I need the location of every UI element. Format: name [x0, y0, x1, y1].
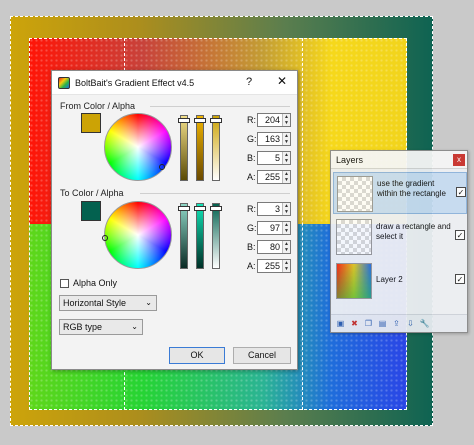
merge-layer-icon[interactable]: ▤ — [377, 318, 388, 329]
layer-item[interactable]: Layer 2 ✓ — [333, 260, 467, 302]
spin-arrows-icon[interactable]: ▲ ▼ — [282, 171, 290, 183]
move-down-icon[interactable]: ⇩ — [405, 318, 416, 329]
to-a-input[interactable]: 255 ▲ ▼ — [257, 259, 291, 273]
layer-visibility-checkbox[interactable]: ✓ — [455, 274, 465, 284]
slider-thumb[interactable] — [194, 118, 206, 123]
alpha-only-label: Alpha Only — [73, 278, 118, 288]
type-dropdown[interactable]: RGB type ⌄ — [59, 319, 143, 335]
spin-arrows-icon[interactable]: ▲ ▼ — [282, 114, 290, 126]
guide-line-right — [302, 38, 303, 410]
to-r-label: R: — [247, 204, 256, 214]
from-r-label: R: — [247, 115, 256, 125]
to-g-input[interactable]: 97 ▲ ▼ — [257, 221, 291, 235]
dialog-title: BoltBait's Gradient Effect v4.5 — [75, 77, 195, 88]
from-group-divider — [150, 106, 290, 107]
checkbox-box[interactable] — [60, 278, 69, 288]
layer-name: Layer 2 — [376, 275, 403, 284]
layer-visibility-checkbox[interactable]: ✓ — [455, 230, 465, 240]
layer-item[interactable]: use the gradient within the rectangle ✓ — [333, 172, 467, 214]
to-a-label: A: — [247, 261, 256, 271]
spin-arrows-icon[interactable]: ▲ ▼ — [282, 222, 290, 234]
spin-arrows-icon[interactable]: ▲ ▼ — [282, 203, 290, 215]
from-g-label: G: — [247, 134, 257, 144]
slider-thumb[interactable] — [178, 118, 190, 123]
slider-thumb[interactable] — [210, 118, 222, 123]
layer-thumbnail — [337, 176, 373, 212]
to-hue-slider[interactable] — [194, 203, 206, 269]
to-wheel-marker[interactable] — [102, 235, 108, 241]
from-alpha-slider[interactable] — [210, 115, 222, 181]
to-group-divider — [140, 193, 290, 194]
layer-name: use the gradient within the rectangle — [377, 179, 446, 198]
layer-visibility-checkbox[interactable]: ✓ — [456, 187, 466, 197]
dialog-title-bar[interactable]: BoltBait's Gradient Effect v4.5 — [52, 71, 297, 95]
import-icon[interactable]: ⇪ — [391, 318, 402, 329]
image-canvas[interactable]: BoltBait's Gradient Effect v4.5 ? ✕ From… — [0, 0, 474, 445]
ok-button[interactable]: OK — [169, 347, 225, 364]
chevron-down-icon: ⌄ — [145, 298, 152, 307]
to-brightness-slider[interactable] — [178, 203, 190, 269]
to-color-wheel[interactable] — [102, 201, 172, 269]
delete-layer-icon[interactable]: ✖ — [349, 318, 360, 329]
properties-icon[interactable]: 🔧 — [419, 318, 430, 329]
layer-thumbnail — [336, 219, 372, 255]
to-r-input[interactable]: 3 ▲ ▼ — [257, 202, 291, 216]
from-b-input[interactable]: 5 ▲ ▼ — [257, 151, 291, 165]
from-r-input[interactable]: 204 ▲ ▼ — [257, 113, 291, 127]
from-g-input[interactable]: 163 ▲ ▼ — [257, 132, 291, 146]
help-button[interactable]: ? — [246, 76, 252, 88]
from-a-label: A: — [247, 172, 256, 182]
slider-thumb[interactable] — [210, 206, 222, 211]
from-color-swatch[interactable] — [81, 113, 101, 133]
layer-item[interactable]: draw a rectangle and select it ✓ — [333, 216, 467, 258]
close-button[interactable]: ✕ — [277, 74, 287, 88]
layers-panel: Layers x use the gradient within the rec… — [330, 150, 468, 333]
gradient-app-icon — [58, 76, 70, 89]
duplicate-layer-icon[interactable]: ❐ — [363, 318, 374, 329]
spin-arrows-icon[interactable]: ▲ ▼ — [282, 152, 290, 164]
to-b-label: B: — [247, 242, 256, 252]
to-color-swatch[interactable] — [81, 201, 101, 221]
to-b-input[interactable]: 80 ▲ ▼ — [257, 240, 291, 254]
gradient-dialog: BoltBait's Gradient Effect v4.5 ? ✕ From… — [51, 70, 298, 370]
to-g-label: G: — [247, 223, 257, 233]
from-a-input[interactable]: 255 ▲ ▼ — [257, 170, 291, 184]
alpha-only-checkbox[interactable]: Alpha Only — [60, 278, 117, 288]
layer-name: draw a rectangle and select it — [376, 222, 451, 241]
from-hue-slider[interactable] — [194, 115, 206, 181]
spin-arrows-icon[interactable]: ▲ ▼ — [282, 241, 290, 253]
add-layer-icon[interactable]: ▣ — [335, 318, 346, 329]
from-brightness-slider[interactable] — [178, 115, 190, 181]
from-color-wheel[interactable] — [104, 113, 172, 181]
slider-thumb[interactable] — [178, 206, 190, 211]
chevron-down-icon: ⌄ — [131, 322, 138, 331]
layers-toolbar: ▣ ✖ ❐ ▤ ⇪ ⇩ 🔧 — [331, 314, 467, 332]
to-alpha-slider[interactable] — [210, 203, 222, 269]
layers-title[interactable]: Layers — [331, 151, 467, 169]
slider-thumb[interactable] — [194, 206, 206, 211]
layer-thumbnail — [336, 263, 372, 299]
spin-arrows-icon[interactable]: ▲ ▼ — [282, 260, 290, 272]
from-wheel-marker[interactable] — [159, 164, 165, 170]
from-b-label: B: — [247, 153, 256, 163]
to-group-label: To Color / Alpha — [60, 188, 124, 198]
layers-close-button[interactable]: x — [453, 154, 465, 166]
from-group-label: From Color / Alpha — [60, 101, 136, 111]
style-dropdown[interactable]: Horizontal Style ⌄ — [59, 295, 157, 311]
cancel-button[interactable]: Cancel — [233, 347, 291, 364]
spin-arrows-icon[interactable]: ▲ ▼ — [282, 133, 290, 145]
